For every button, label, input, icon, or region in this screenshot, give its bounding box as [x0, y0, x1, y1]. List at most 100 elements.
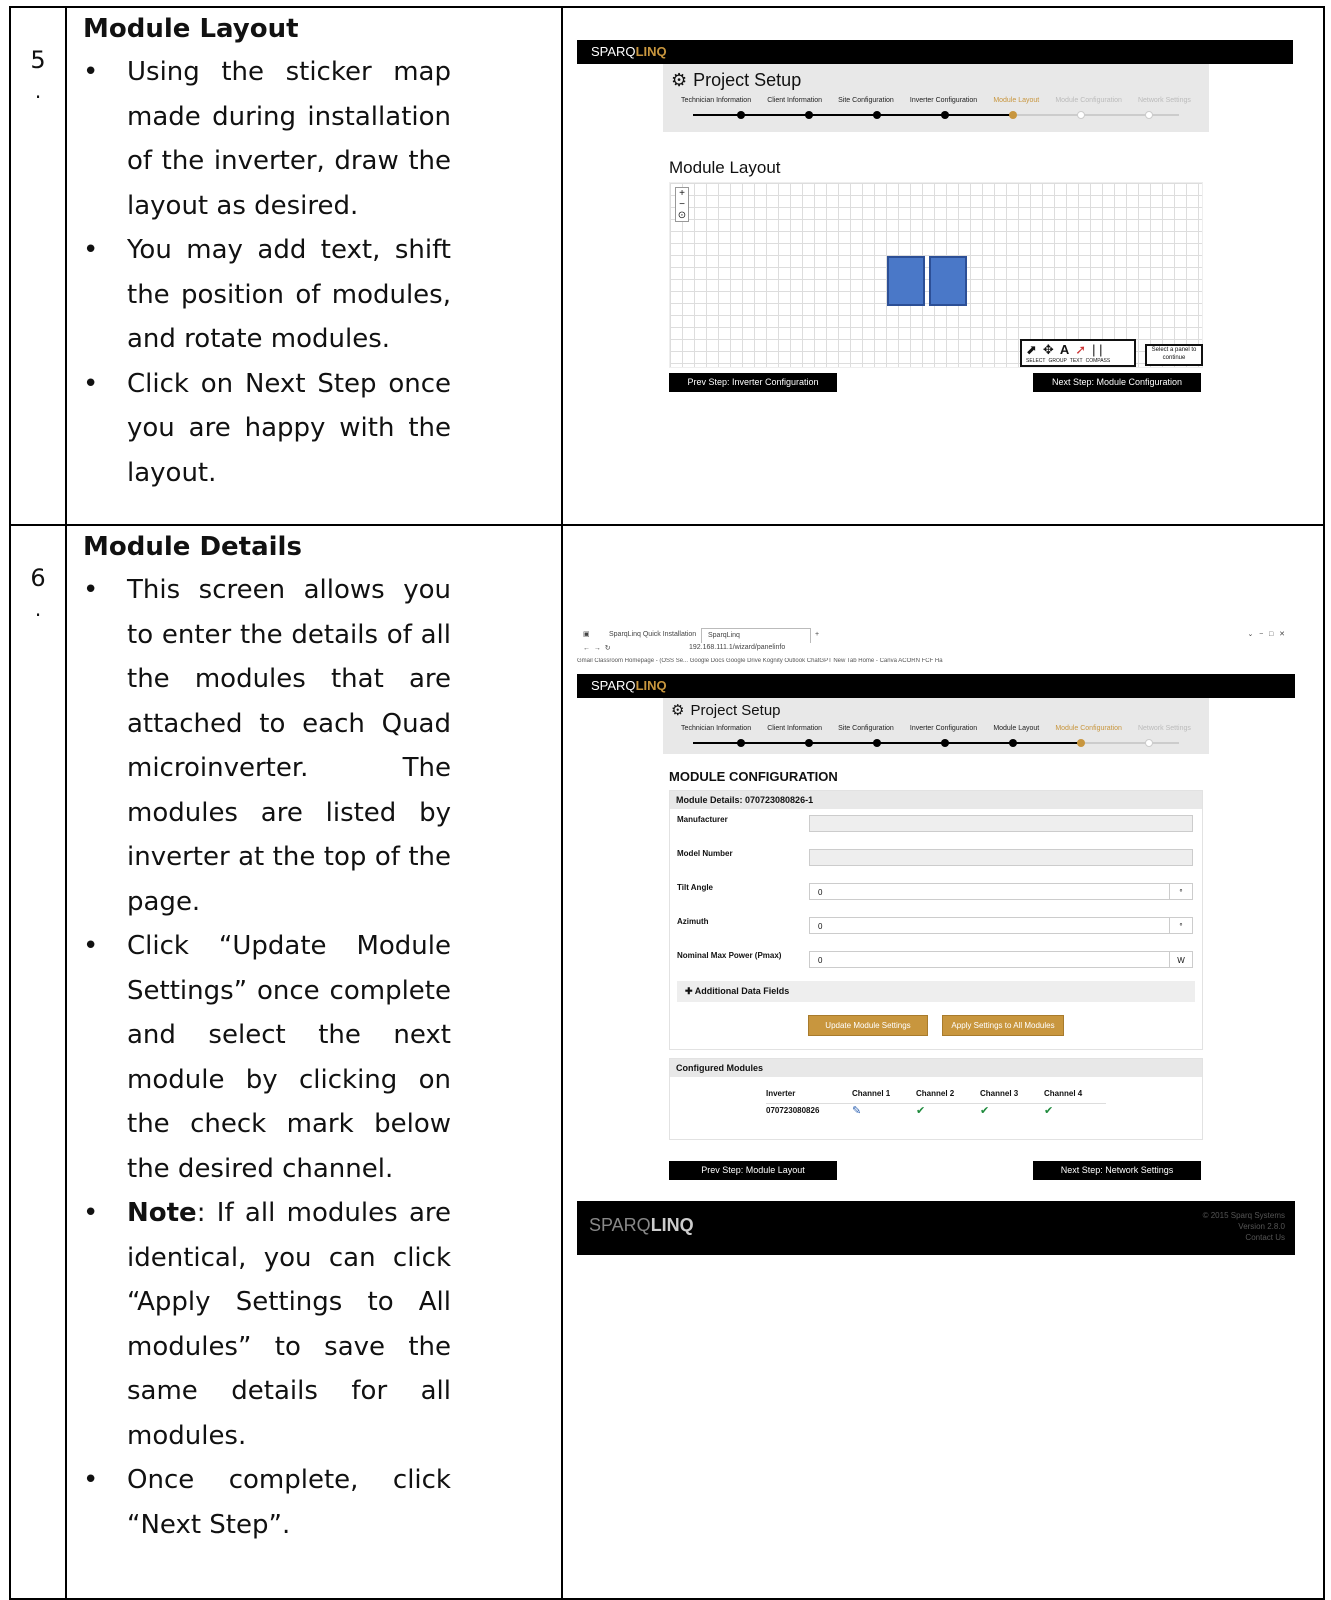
project-setup-panel: ⚙ Project Setup Technician Information C…: [663, 64, 1209, 132]
step-text-cell: Module Layout Using the sticker map made…: [65, 6, 563, 526]
url-text[interactable]: 192.168.111.1/wizard/panelinfo: [689, 644, 785, 651]
zoom-control[interactable]: + − ⊙: [675, 187, 689, 222]
bullet-item-note: Note: If all modules are identical, you …: [83, 1191, 451, 1458]
gear-icon: ⚙: [671, 702, 685, 719]
step-number-cell: 6 .: [9, 524, 67, 1600]
hint-box: Select a panel to continue: [1145, 344, 1203, 366]
step-bullets: This screen allows you to enter the deta…: [67, 568, 561, 1547]
wizard-step[interactable]: Technician Information: [681, 725, 751, 732]
pmax-input[interactable]: 0W: [809, 951, 1193, 968]
nav-icons[interactable]: ← → ↻: [583, 644, 611, 652]
gear-icon: ⚙: [671, 70, 688, 90]
wizard-step[interactable]: Inverter Configuration: [910, 725, 977, 732]
compass-tool-icon[interactable]: ➚: [1075, 343, 1086, 356]
screenshot-cell: ▣ SparqLinq Quick Installation SparqLinq…: [561, 524, 1325, 1600]
wizard-step-current[interactable]: Module Configuration: [1055, 725, 1122, 732]
solar-module[interactable]: [929, 256, 967, 306]
move-tool-icon[interactable]: ✥: [1043, 343, 1054, 356]
select-tool-icon[interactable]: ⬈: [1026, 343, 1037, 356]
check-icon[interactable]: ✔: [980, 1104, 989, 1117]
bookmarks-bar[interactable]: Gmail Classroom Homepage - (OSS Se... Go…: [577, 658, 1295, 670]
app-header: SPARQLINQ: [577, 40, 1293, 64]
wizard-steps: Technician Information Client Informatio…: [663, 719, 1209, 732]
layout-toolbar: ⬈ ✥ A ➚ | | SELECT GROUP TEXT COMPASS: [1020, 339, 1136, 367]
wizard-step: Network Settings: [1137, 725, 1191, 732]
wizard-step[interactable]: Technician Information: [681, 97, 751, 104]
tab-list-icon[interactable]: ▣: [577, 628, 596, 642]
form-row: Manufacturer: [670, 809, 1202, 843]
wizard-step[interactable]: Site Configuration: [838, 97, 894, 104]
configured-modules-header: Configured Modules: [670, 1059, 1202, 1077]
project-setup-panel: ⚙ Project Setup Technician Information C…: [663, 698, 1209, 754]
step-number: 5 .: [30, 46, 46, 103]
prev-step-button[interactable]: Prev Step: Inverter Configuration: [669, 373, 837, 392]
step-number-cell: 5 .: [9, 6, 67, 526]
wizard-step: Module Configuration: [1055, 97, 1122, 104]
window-controls[interactable]: ⌄ − □ ✕: [1241, 628, 1291, 642]
step-number: 6 .: [30, 564, 46, 621]
solar-module[interactable]: [887, 256, 925, 306]
module-details-form: Module Details: 070723080826-1 Manufactu…: [669, 790, 1203, 1050]
form-row: Model Number: [670, 843, 1202, 877]
contact-link[interactable]: Contact Us: [1203, 1232, 1285, 1243]
check-icon[interactable]: ✔: [1044, 1104, 1053, 1117]
footer-info: © 2015 Sparq Systems Version 2.8.0 Conta…: [1202, 1211, 1285, 1243]
bullet-item: Using the sticker map made during instal…: [83, 50, 451, 228]
module-config-heading: MODULE CONFIGURATION: [669, 769, 838, 784]
prev-step-button[interactable]: Prev Step: Module Layout: [669, 1161, 837, 1180]
step-row-5: 5 . Module Layout Using the sticker map …: [9, 6, 1325, 526]
next-step-button[interactable]: Next Step: Network Settings: [1033, 1161, 1201, 1180]
form-row: Azimuth 0 °: [670, 911, 1202, 945]
wizard-step[interactable]: Inverter Configuration: [910, 97, 977, 104]
module-layout-heading: Module Layout: [669, 158, 781, 177]
unit-label: °: [1169, 884, 1192, 899]
bullet-item: This screen allows you to enter the deta…: [83, 568, 451, 924]
footer-brand: SPARQLINQ: [589, 1215, 694, 1235]
module-config-screenshot: ▣ SparqLinq Quick Installation SparqLinq…: [577, 628, 1295, 1268]
field-label: Model Number: [677, 849, 733, 858]
wizard-step[interactable]: Client Information: [767, 725, 822, 732]
form-row: Nominal Max Power (Pmax) 0W: [670, 945, 1202, 979]
wizard-step: Network Settings: [1137, 97, 1191, 104]
zoom-in-icon[interactable]: +: [676, 188, 688, 199]
apply-all-button[interactable]: Apply Settings to All Modules: [942, 1015, 1064, 1036]
check-icon[interactable]: ✔: [916, 1104, 925, 1117]
plus-icon: ✚: [685, 986, 695, 996]
manufacturer-input[interactable]: [809, 815, 1193, 832]
azimuth-input[interactable]: 0 °: [809, 917, 1193, 934]
step-text-cell: Module Details This screen allows you to…: [65, 524, 563, 1600]
field-label: Azimuth: [677, 917, 709, 926]
wizard-step[interactable]: Module Layout: [993, 725, 1039, 732]
model-number-input[interactable]: [809, 849, 1193, 866]
unit-label: °: [1169, 918, 1192, 933]
project-setup-title: ⚙ Project Setup: [671, 701, 781, 720]
field-label: Manufacturer: [677, 815, 728, 824]
browser-tab-strip: ▣ SparqLinq Quick Installation SparqLinq…: [577, 628, 1295, 644]
bullet-item: You may add text, shift the position of …: [83, 228, 451, 362]
step-title: Module Layout: [83, 14, 299, 44]
wizard-step[interactable]: Client Information: [767, 97, 822, 104]
tilt-angle-input[interactable]: 0 °: [809, 883, 1193, 900]
project-setup-title: ⚙ Project Setup: [671, 70, 802, 90]
step-bullets: Using the sticker map made during instal…: [67, 50, 561, 495]
wizard-progress: [693, 108, 1179, 122]
instruction-table: 5 . Module Layout Using the sticker map …: [9, 6, 1325, 1600]
zoom-out-icon[interactable]: −: [676, 199, 688, 210]
text-tool-icon[interactable]: A: [1060, 343, 1069, 356]
form-row: Tilt Angle 0 °: [670, 877, 1202, 911]
bullet-item: Once complete, click “Next Step”.: [83, 1458, 451, 1547]
bullet-item: Click on Next Step once you are happy wi…: [83, 362, 451, 496]
wizard-step-current[interactable]: Module Layout: [993, 97, 1039, 104]
app-header: SPARQLINQ: [577, 674, 1295, 698]
pencil-icon[interactable]: ✎: [852, 1104, 861, 1117]
wizard-step[interactable]: Site Configuration: [838, 725, 894, 732]
new-tab-icon[interactable]: +: [809, 628, 825, 642]
browser-tab-active[interactable]: SparqLinq: [701, 628, 811, 643]
next-step-button[interactable]: Next Step: Module Configuration: [1033, 373, 1201, 392]
additional-fields-toggle[interactable]: ✚ Additional Data Fields: [677, 981, 1195, 1002]
address-bar[interactable]: ← → ↻ 192.168.111.1/wizard/panelinfo: [577, 644, 1295, 658]
browser-tab[interactable]: SparqLinq Quick Installation: [603, 628, 702, 642]
update-module-settings-button[interactable]: Update Module Settings: [808, 1015, 928, 1036]
configured-modules-box: Configured Modules Inverter Channel 1 Ch…: [669, 1058, 1203, 1140]
reset-icon[interactable]: ⊙: [676, 210, 688, 221]
